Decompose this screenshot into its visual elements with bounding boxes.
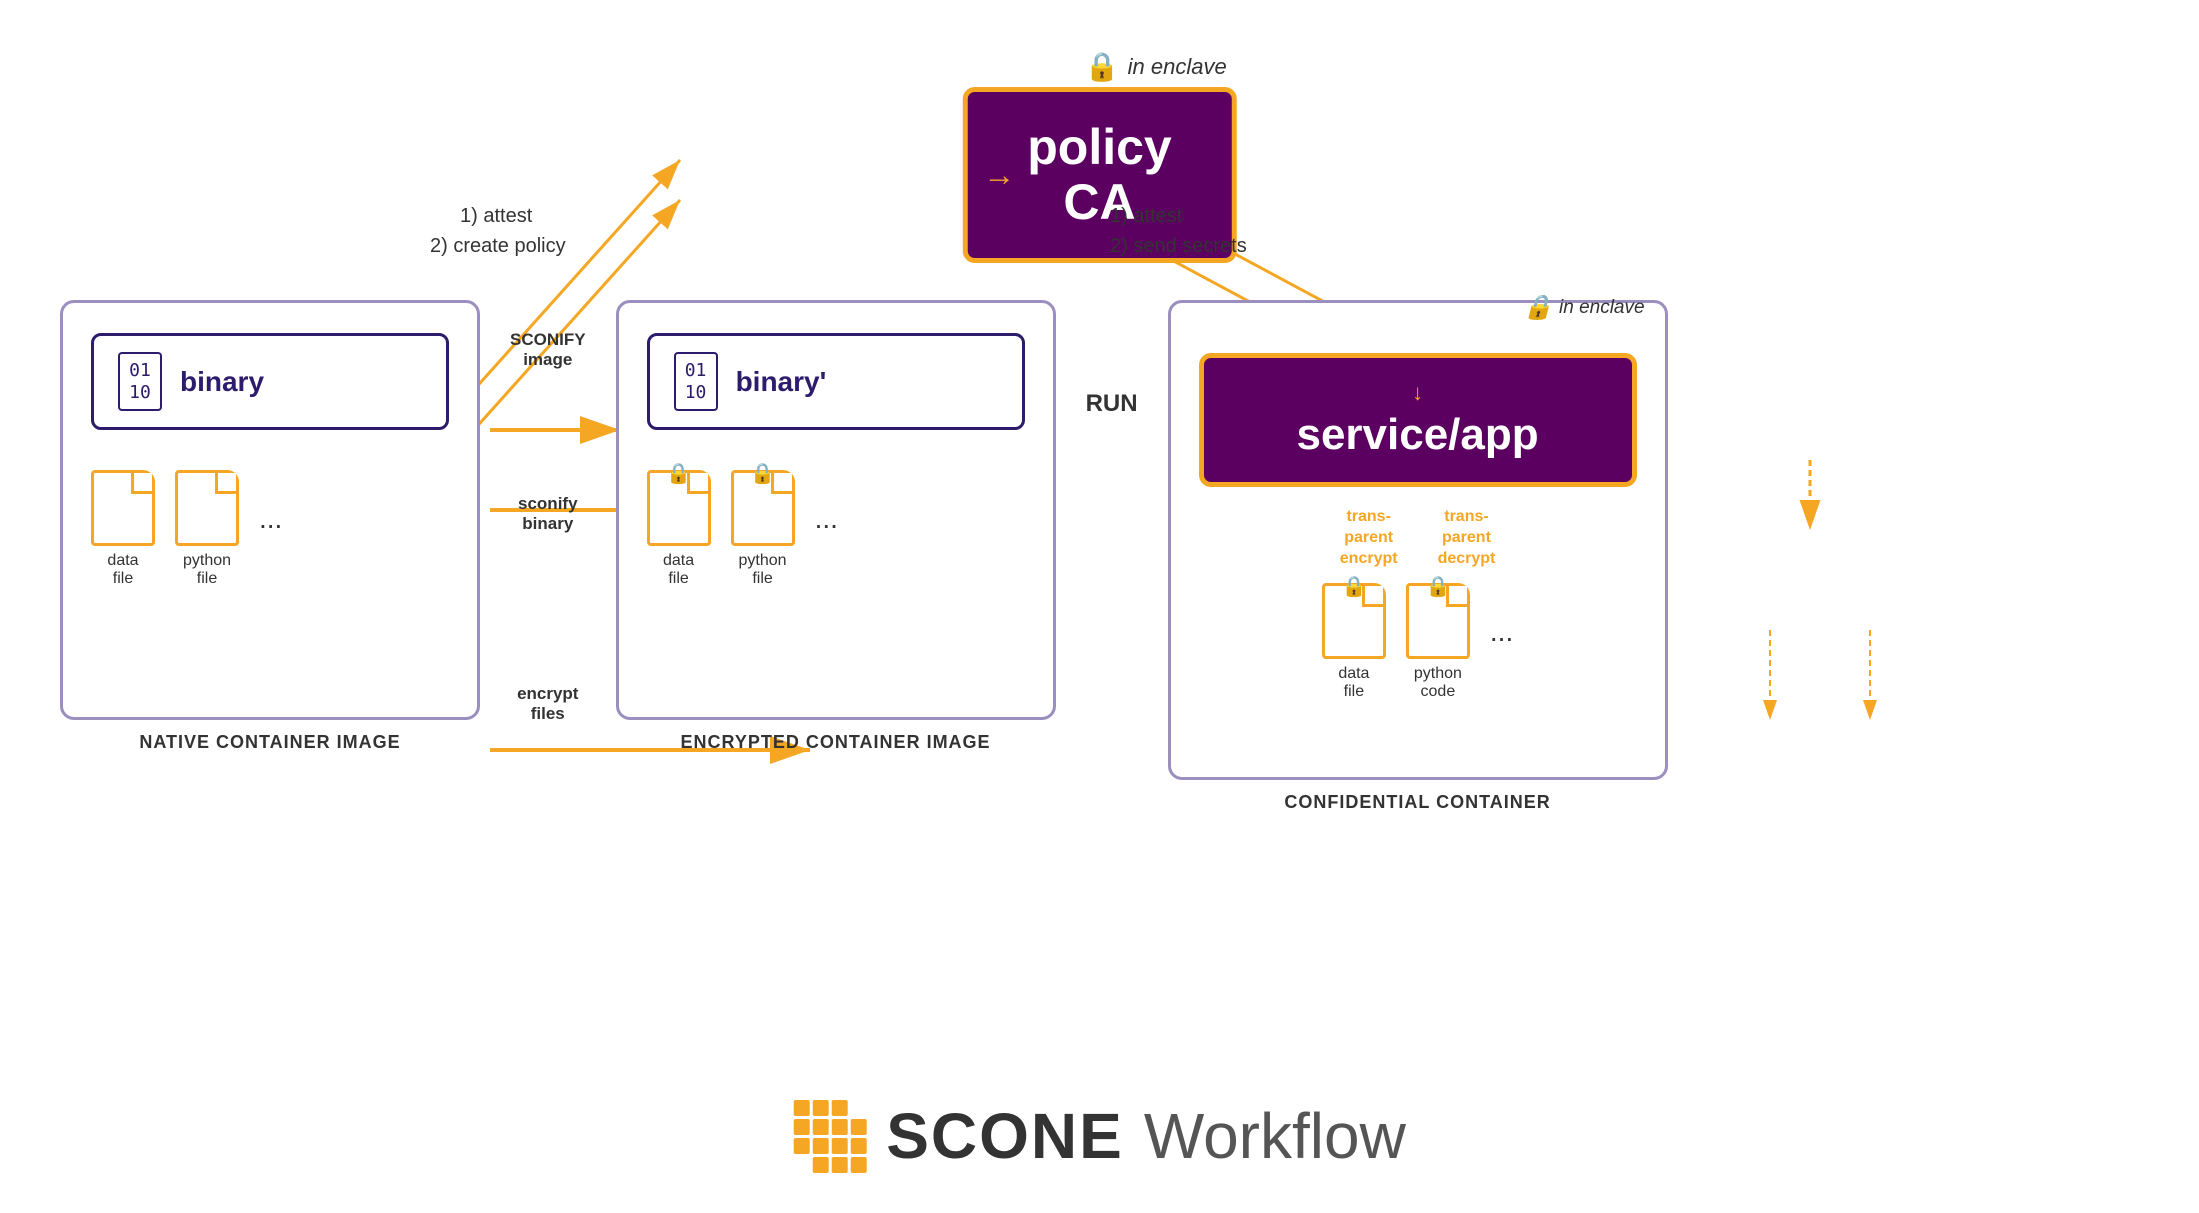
encrypted-data-lock: 🔒 (666, 461, 691, 486)
containers-row: 01 10 binary datafile pythonfile ... NAT… (60, 300, 2139, 780)
native-python-file-icon: pythonfile (175, 470, 239, 588)
transparent-labels: trans-parentencrypt trans-parentdecrypt (1199, 507, 1637, 569)
confidential-container-label: CONFIDENTIAL CONTAINER (1284, 792, 1550, 813)
native-binary-icon: 01 10 (118, 352, 162, 411)
transparent-encrypt-label: trans-parentencrypt (1340, 507, 1398, 569)
encrypted-container-label: ENCRYPTED CONTAINER IMAGE (681, 732, 991, 753)
native-files-row: datafile pythonfile ... (91, 470, 449, 588)
encrypted-binary-card: 01 10 binary' (647, 333, 1025, 430)
service-app-label: service/app (1234, 410, 1602, 460)
encrypted-data-file-shape: 🔒 (647, 470, 711, 546)
left-attest-label: 1) attest (460, 205, 532, 228)
conf-data-lock: 🔒 (1341, 574, 1366, 599)
in-enclave-top-label: in enclave (1128, 54, 1227, 80)
logo-grid (793, 1100, 866, 1173)
encrypted-container-box: 01 10 binary' 🔒 datafile 🔒 pythonf (616, 300, 1056, 720)
conf-python-code-shape: 🔒 (1406, 583, 1470, 659)
arrow-section-1: SCONIFYimage sconifybinary encryptfiles (480, 320, 616, 734)
conf-data-file-icon: 🔒 datafile (1322, 583, 1386, 701)
native-python-file-label: pythonfile (183, 552, 231, 588)
left-create-policy-label: 2) create policy (430, 235, 566, 258)
lock-icon-top: 🔒 (1085, 50, 1120, 83)
right-send-secrets-label: 2) send secrets (1110, 235, 1247, 258)
native-data-file-label: datafile (107, 552, 138, 588)
native-python-file-shape (175, 470, 239, 546)
scone-logo (793, 1100, 866, 1173)
encrypted-data-file-icon: 🔒 datafile (647, 470, 711, 588)
diagram-container: 🔒 in enclave → policy CA 1) attest 2) cr… (0, 0, 2199, 1213)
conf-dots: ... (1490, 616, 1513, 668)
native-data-file-shape (91, 470, 155, 546)
conf-python-code-icon: 🔒 pythoncode (1406, 583, 1470, 701)
in-enclave-conf-label: 🔒 in enclave (1523, 293, 1644, 322)
native-container-label: NATIVE CONTAINER IMAGE (139, 732, 400, 753)
scone-text: SCONE (886, 1099, 1124, 1173)
conf-python-code-label: pythoncode (1414, 665, 1462, 701)
native-binary-label: binary (180, 366, 264, 398)
lock-icon-conf: 🔒 (1523, 293, 1553, 322)
native-container-box: 01 10 binary datafile pythonfile ... NAT… (60, 300, 480, 720)
encrypted-binary-label: binary' (736, 366, 827, 398)
conf-python-lock: 🔒 (1425, 574, 1450, 599)
native-data-file-icon: datafile (91, 470, 155, 588)
right-attest-label: 1) attest (1110, 205, 1182, 228)
run-arrow-section: RUN (1056, 380, 1168, 440)
run-label: RUN (1086, 390, 1138, 418)
encrypted-data-file-label: datafile (663, 552, 694, 588)
transparent-decrypt-label: trans-parentdecrypt (1438, 507, 1496, 569)
confidential-files-row: 🔒 datafile 🔒 pythoncode ... (1199, 583, 1637, 701)
sconify-image-label: SCONIFYimage (510, 330, 586, 370)
conf-data-file-label: datafile (1338, 665, 1369, 701)
encrypted-dots: ... (815, 503, 838, 555)
encrypted-binary-icon: 01 10 (674, 352, 718, 411)
policy-ca-line1: policy (1027, 120, 1171, 175)
native-binary-card: 01 10 binary (91, 333, 449, 430)
confidential-container-box: 🔒 in enclave ↓ service/app trans-parente… (1168, 300, 1668, 780)
workflow-text: Workflow (1144, 1099, 1406, 1173)
conf-data-file-shape: 🔒 (1322, 583, 1386, 659)
encrypted-python-file-shape: 🔒 (731, 470, 795, 546)
encrypted-files-row: 🔒 datafile 🔒 pythonfile ... (647, 470, 1025, 588)
sconify-binary-label: sconifybinary (518, 494, 578, 534)
encrypted-python-file-icon: 🔒 pythonfile (731, 470, 795, 588)
footer: SCONE Workflow (793, 1099, 1406, 1173)
encrypt-files-label: encryptfiles (517, 684, 578, 724)
service-app-box: ↓ service/app (1199, 353, 1637, 487)
native-dots: ... (259, 503, 282, 555)
encrypted-python-lock: 🔒 (750, 461, 775, 486)
encrypted-python-file-label: pythonfile (739, 552, 787, 588)
